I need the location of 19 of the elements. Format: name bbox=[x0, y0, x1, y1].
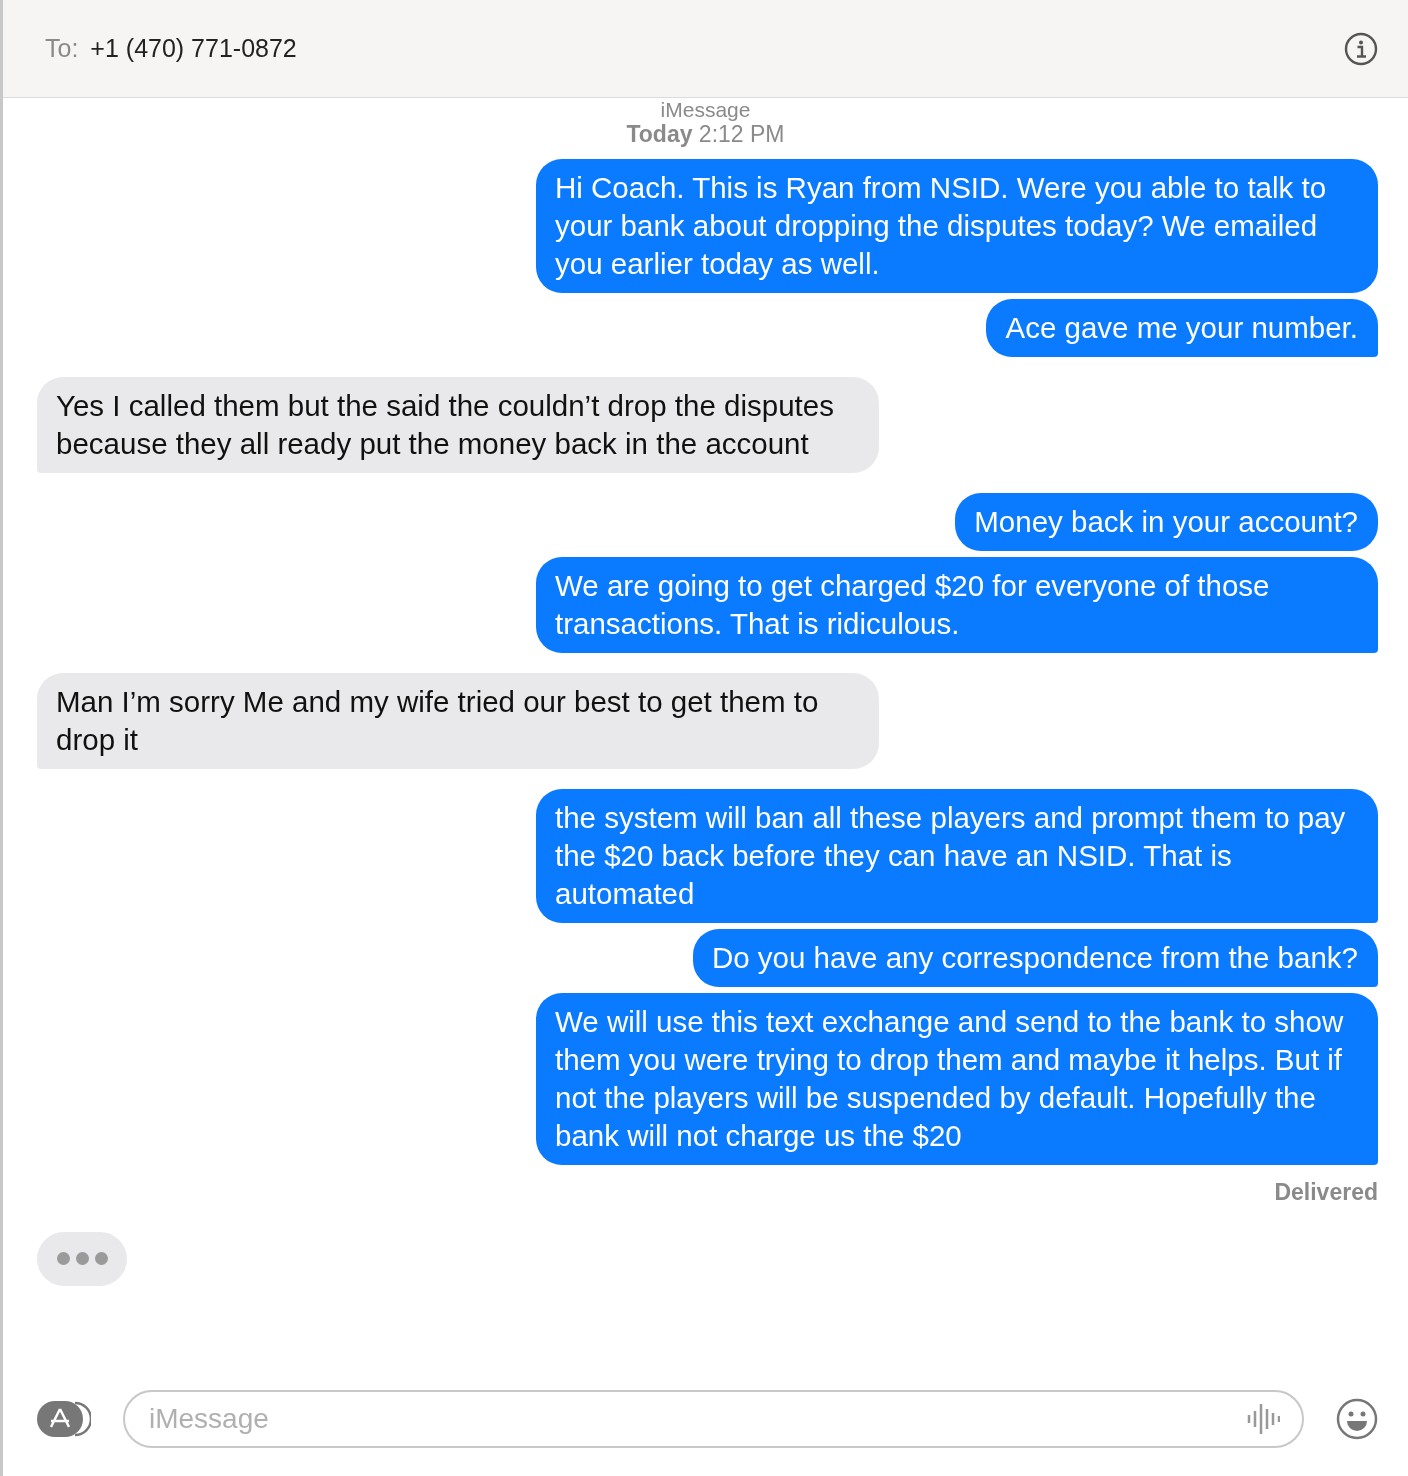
timestamp: Today 2:12 PM bbox=[626, 121, 785, 147]
received-message-bubble: Man I’m sorry Me and my wife tried our best to get them to drop it bbox=[37, 673, 879, 769]
apps-button[interactable] bbox=[35, 1399, 91, 1439]
service-label: iMessage bbox=[660, 99, 751, 121]
message-field[interactable]: iMessage bbox=[123, 1390, 1304, 1448]
sent-message-bubble: Do you have any correspondence from the bank? bbox=[692, 929, 1378, 987]
sent-message-bubble: We are going to get charged $20 for everyone of those transactions. That is ridiculous. bbox=[536, 557, 1378, 653]
recipient-field[interactable]: +1 (470) 771-0872 bbox=[90, 29, 297, 68]
to-label: To: bbox=[45, 32, 79, 64]
sent-message-bubble: Money back in your account? bbox=[955, 493, 1378, 551]
sent-message-bubble: Ace gave me your number. bbox=[986, 299, 1378, 357]
delivery-status: Delivered bbox=[1274, 1178, 1378, 1207]
audio-waveform-icon[interactable] bbox=[1246, 1401, 1280, 1437]
info-icon[interactable] bbox=[1344, 31, 1378, 66]
sent-message-bubble: Hi Coach. This is Ryan from NSID. Were you able to talk to your bank about dropping the disputes today? We emailed you earlier today as well. bbox=[536, 159, 1378, 293]
emoji-icon[interactable] bbox=[1336, 1398, 1378, 1440]
received-message-bubble: Yes I called them but the said the couldn’t drop the disputes because they all ready put the money back in the account bbox=[37, 377, 879, 473]
sent-message-bubble: the system will ban all these players and prompt them to pay the $20 back before they can have an NSID. That is automated bbox=[536, 789, 1378, 923]
sent-message-bubble: We will use this text exchange and send to the bank to show them you were trying to drop them and maybe it helps. But if not the players will be suspended by default. Hopefully the bank will not charge us the $20 bbox=[536, 993, 1378, 1165]
